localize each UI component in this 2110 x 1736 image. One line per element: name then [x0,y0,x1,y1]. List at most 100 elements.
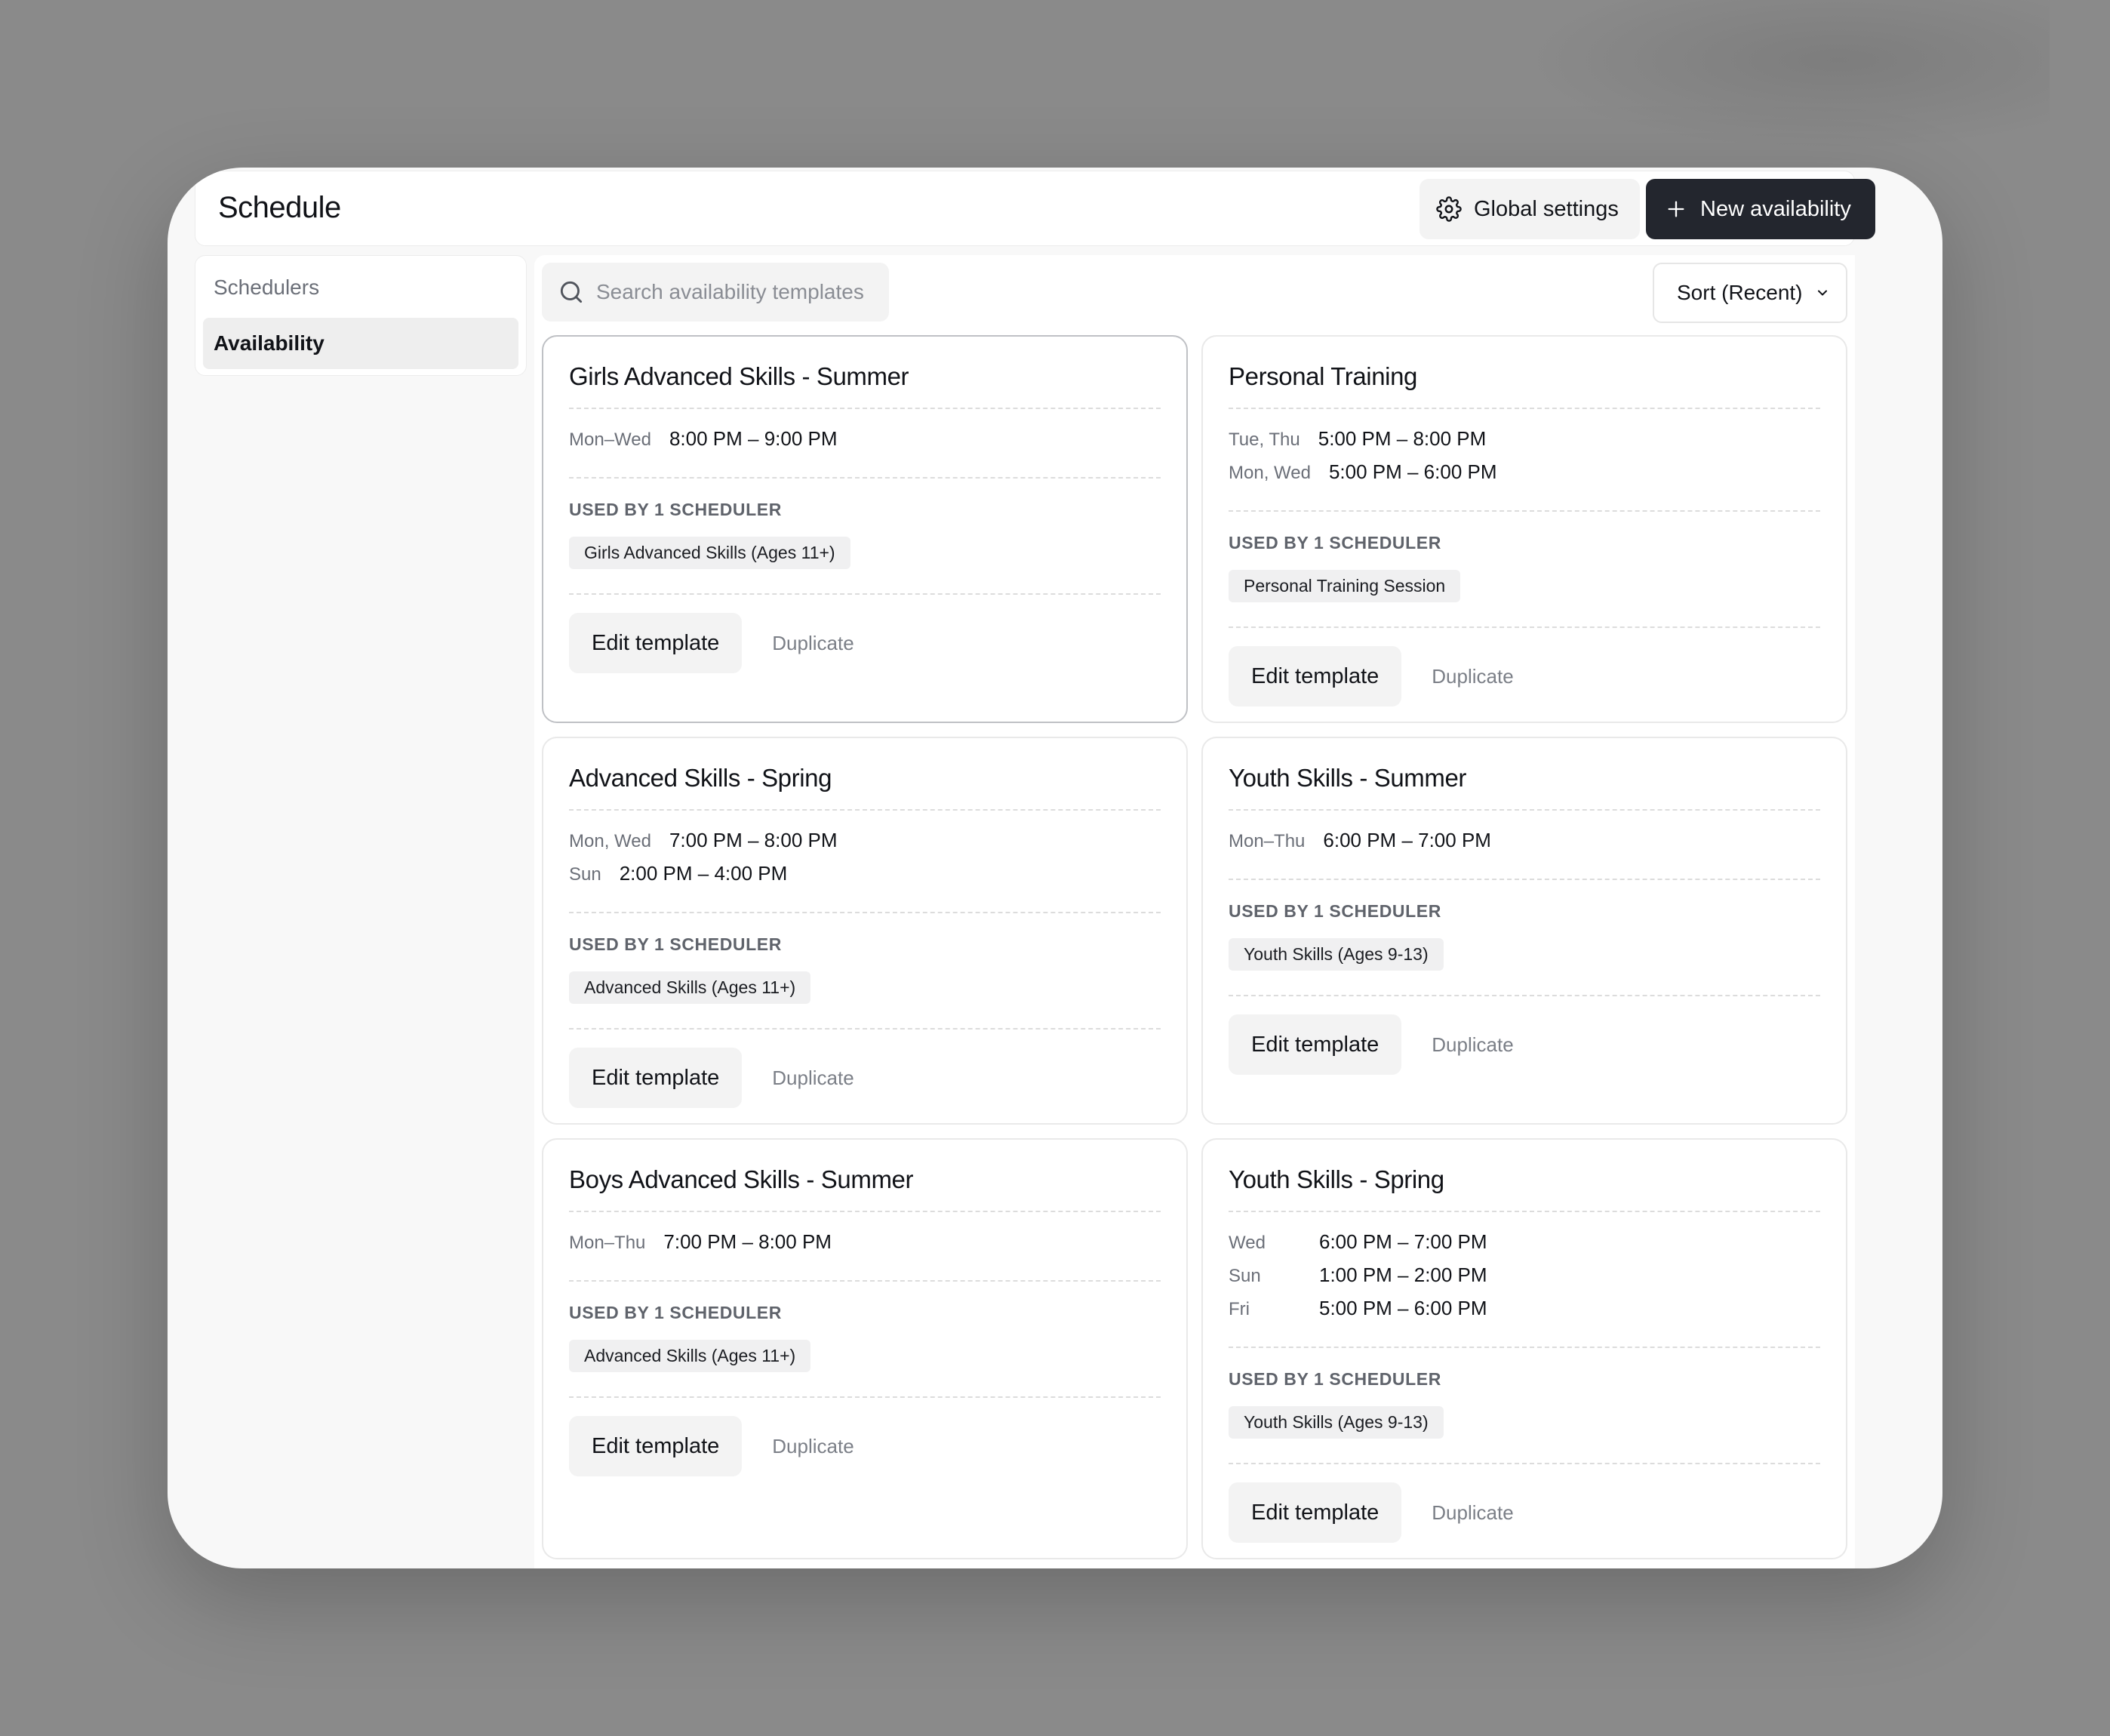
duplicate-button[interactable]: Duplicate [1432,1501,1513,1525]
used-by-label: USED BY 1 SCHEDULER [1229,533,1441,553]
page-header: Schedule Global settings New availabilit… [195,171,1875,246]
sidebar-item-schedulers[interactable]: Schedulers [203,263,518,318]
schedule-row: Sun 2:00 PM – 4:00 PM [569,862,1161,895]
schedule-days: Mon, Wed [1229,463,1311,483]
schedule-days: Fri [1229,1299,1250,1319]
schedule-row: Sun 1:00 PM – 2:00 PM [1229,1264,1820,1297]
template-card: Youth Skills - Summer Mon–Thu 6:00 PM – … [1201,737,1847,1125]
used-by-label: USED BY 1 SCHEDULER [569,1303,782,1322]
schedule-list: Mon, Wed 7:00 PM – 8:00 PM Sun 2:00 PM –… [569,811,1161,913]
template-card: Personal Training Tue, Thu 5:00 PM – 8:0… [1201,335,1847,723]
global-settings-button[interactable]: Global settings [1419,179,1640,239]
card-actions: Edit template Duplicate [1229,996,1820,1075]
app-window: Schedule Global settings New availabilit… [168,168,1942,1568]
schedule-list: Mon–Thu 7:00 PM – 8:00 PM [569,1212,1161,1282]
used-by-section: USED BY 1 SCHEDULER Youth Skills (Ages 9… [1229,1348,1820,1464]
used-by-section: USED BY 1 SCHEDULER Advanced Skills (Age… [569,1282,1161,1398]
schedule-row: Tue, Thu 5:00 PM – 8:00 PM [1229,427,1820,460]
search-input[interactable] [596,280,883,304]
edit-template-button[interactable]: Edit template [1229,646,1402,706]
schedule-time: 5:00 PM – 8:00 PM [1318,427,1487,450]
used-by-label: USED BY 1 SCHEDULER [569,934,782,954]
sort-dropdown[interactable]: Sort (Recent) [1653,263,1847,323]
schedule-list: Wed 6:00 PM – 7:00 PM Sun 1:00 PM – 2:00… [1229,1212,1820,1348]
schedule-days: Mon–Thu [1229,831,1306,851]
sidebar: Schedulers Availability [195,255,527,376]
used-by-section: USED BY 1 SCHEDULER Girls Advanced Skill… [569,479,1161,595]
used-by-label: USED BY 1 SCHEDULER [1229,1369,1441,1389]
edit-template-button[interactable]: Edit template [569,613,743,673]
page-title: Schedule [218,191,341,224]
used-by-section: USED BY 1 SCHEDULER Youth Skills (Ages 9… [1229,880,1820,996]
template-title: Girls Advanced Skills - Summer [569,337,1161,409]
schedule-days: Mon–Wed [569,429,651,450]
schedule-row: Mon, Wed 5:00 PM – 6:00 PM [1229,460,1820,494]
schedule-time: 7:00 PM – 8:00 PM [663,1230,832,1253]
new-availability-button[interactable]: New availability [1646,179,1875,239]
gear-icon [1436,196,1462,222]
template-title: Boys Advanced Skills - Summer [569,1140,1161,1212]
schedule-time: 5:00 PM – 6:00 PM [1319,1297,1487,1319]
template-title: Personal Training [1229,337,1820,409]
used-by-label: USED BY 1 SCHEDULER [569,500,782,519]
plus-icon [1668,201,1684,217]
schedule-days: Mon, Wed [569,831,651,851]
schedule-row: Wed 6:00 PM – 7:00 PM [1229,1230,1820,1264]
scheduler-tag: Personal Training Session [1229,570,1461,602]
schedule-row: Mon, Wed 7:00 PM – 8:00 PM [569,829,1161,862]
card-actions: Edit template Duplicate [569,1030,1161,1108]
card-actions: Edit template Duplicate [569,1398,1161,1476]
edit-template-button[interactable]: Edit template [1229,1482,1402,1543]
duplicate-button[interactable]: Duplicate [772,1067,854,1090]
template-title: Youth Skills - Spring [1229,1140,1820,1212]
scheduler-tag: Youth Skills (Ages 9-13) [1229,938,1444,971]
scheduler-tag: Advanced Skills (Ages 11+) [569,971,811,1004]
scheduler-tag: Youth Skills (Ages 9-13) [1229,1406,1444,1439]
template-grid: Girls Advanced Skills - Summer Mon–Wed 8… [542,335,1849,1559]
schedule-time: 5:00 PM – 6:00 PM [1328,460,1497,483]
schedule-list: Tue, Thu 5:00 PM – 8:00 PM Mon, Wed 5:00… [1229,409,1820,512]
scheduler-tag: Girls Advanced Skills (Ages 11+) [569,537,850,569]
chevron-down-icon [1817,290,1827,296]
template-card: Boys Advanced Skills - Summer Mon–Thu 7:… [542,1138,1188,1559]
duplicate-button[interactable]: Duplicate [772,632,854,655]
schedule-row: Mon–Wed 8:00 PM – 9:00 PM [569,427,1161,460]
duplicate-button[interactable]: Duplicate [1432,1033,1513,1057]
schedule-days: Mon–Thu [569,1233,646,1253]
main-content: Sort (Recent) Girls Advanced Skills - Su… [534,255,1855,1568]
schedule-row: Mon–Thu 6:00 PM – 7:00 PM [1229,829,1820,862]
schedule-list: Mon–Wed 8:00 PM – 9:00 PM [569,409,1161,479]
edit-template-button[interactable]: Edit template [569,1048,743,1108]
schedule-list: Mon–Thu 6:00 PM – 7:00 PM [1229,811,1820,880]
schedule-days: Wed [1229,1233,1266,1253]
card-actions: Edit template Duplicate [1229,1464,1820,1543]
schedule-time: 6:00 PM – 7:00 PM [1319,1230,1487,1253]
schedule-days: Tue, Thu [1229,429,1300,450]
search-icon [560,281,583,303]
edit-template-button[interactable]: Edit template [569,1416,743,1476]
scheduler-tag: Advanced Skills (Ages 11+) [569,1340,811,1372]
new-availability-label: New availability [1700,196,1851,221]
duplicate-button[interactable]: Duplicate [772,1435,854,1458]
card-actions: Edit template Duplicate [569,595,1161,673]
edit-template-button[interactable]: Edit template [1229,1014,1402,1075]
schedule-days: Sun [569,864,601,885]
schedule-time: 7:00 PM – 8:00 PM [669,829,838,851]
duplicate-button[interactable]: Duplicate [1432,665,1513,688]
used-by-section: USED BY 1 SCHEDULER Advanced Skills (Age… [569,913,1161,1030]
template-title: Youth Skills - Summer [1229,738,1820,811]
schedule-row: Fri 5:00 PM – 6:00 PM [1229,1297,1820,1330]
schedule-time: 6:00 PM – 7:00 PM [1323,829,1491,851]
search-box[interactable] [542,263,889,322]
used-by-section: USED BY 1 SCHEDULER Personal Training Se… [1229,512,1820,628]
template-card: Youth Skills - Spring Wed 6:00 PM – 7:00… [1201,1138,1847,1559]
sidebar-item-availability[interactable]: Availability [203,318,518,369]
schedule-time: 2:00 PM – 4:00 PM [619,862,788,885]
schedule-row: Mon–Thu 7:00 PM – 8:00 PM [569,1230,1161,1264]
sort-label: Sort (Recent) [1677,281,1803,304]
used-by-label: USED BY 1 SCHEDULER [1229,901,1441,921]
schedule-time: 8:00 PM – 9:00 PM [669,427,838,450]
background-glow [1521,0,2050,151]
schedule-time: 1:00 PM – 2:00 PM [1319,1264,1487,1286]
template-card: Advanced Skills - Spring Mon, Wed 7:00 P… [542,737,1188,1125]
